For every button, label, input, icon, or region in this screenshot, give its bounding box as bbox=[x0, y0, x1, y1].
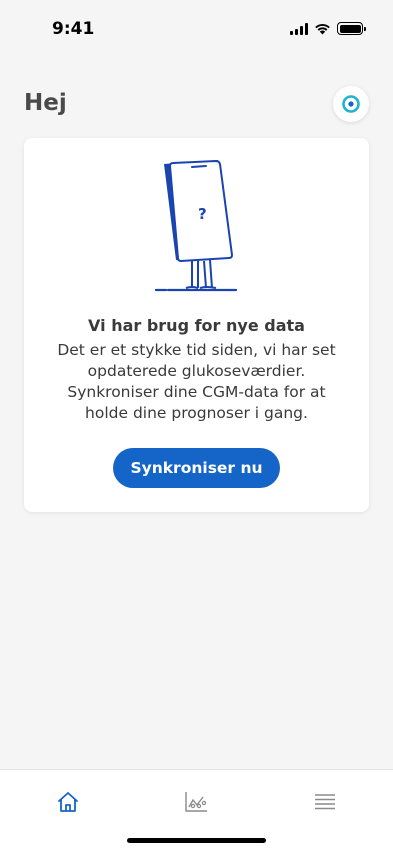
home-indicator bbox=[127, 838, 266, 843]
card-title: Vi har brug for nye data bbox=[88, 316, 305, 335]
tab-menu[interactable] bbox=[305, 788, 345, 816]
tab-home[interactable] bbox=[48, 788, 88, 816]
status-time: 9:41 bbox=[52, 19, 95, 39]
cellular-signal-icon bbox=[290, 22, 308, 35]
phone-question-mark-illustration: ? bbox=[154, 160, 238, 292]
home-icon bbox=[58, 792, 78, 812]
wifi-icon bbox=[315, 23, 330, 34]
svg-text:?: ? bbox=[198, 205, 207, 223]
sync-prompt-card: ? Vi har brug for nye data Det er et sty… bbox=[24, 138, 369, 512]
cgm-status-button[interactable] bbox=[333, 86, 369, 122]
status-bar: 9:41 bbox=[0, 0, 393, 54]
page-title: Hej bbox=[24, 90, 67, 116]
status-icons bbox=[290, 22, 366, 35]
battery-icon bbox=[337, 22, 366, 35]
cgm-sensor-icon bbox=[342, 95, 360, 113]
sync-now-button[interactable]: Synkroniser nu bbox=[113, 448, 280, 488]
card-body-text: Det er et stykke tid siden, vi har set o… bbox=[57, 341, 336, 422]
menu-icon bbox=[315, 794, 335, 810]
chart-icon bbox=[185, 792, 207, 812]
tab-charts[interactable] bbox=[176, 788, 216, 816]
